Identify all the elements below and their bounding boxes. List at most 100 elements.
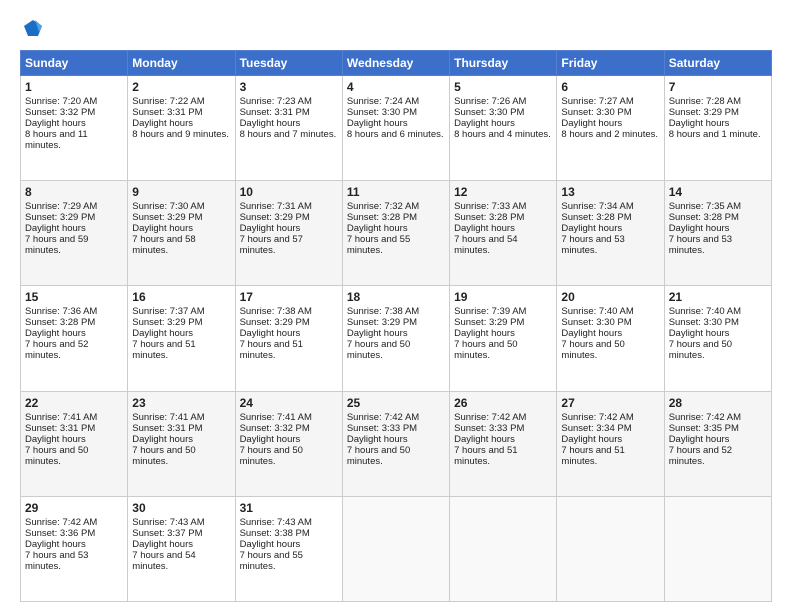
daylight-value: 7 hours and 50 minutes. (454, 339, 517, 361)
daylight-label: Daylight hours (561, 223, 622, 234)
week-row-2: 8Sunrise: 7:29 AMSunset: 3:29 PMDaylight… (21, 181, 772, 286)
sunset-label: Sunset: 3:28 PM (561, 212, 631, 223)
daylight-label: Daylight hours (561, 328, 622, 339)
table-row: 6Sunrise: 7:27 AMSunset: 3:30 PMDaylight… (557, 76, 664, 181)
sunset-label: Sunset: 3:29 PM (347, 317, 417, 328)
table-row: 10Sunrise: 7:31 AMSunset: 3:29 PMDayligh… (235, 181, 342, 286)
daylight-label: Daylight hours (454, 328, 515, 339)
daylight-label: Daylight hours (347, 328, 408, 339)
day-number: 15 (25, 290, 123, 304)
daylight-value: 8 hours and 7 minutes. (240, 129, 337, 140)
sunrise-label: Sunrise: 7:42 AM (454, 412, 526, 423)
day-number: 25 (347, 396, 445, 410)
sunrise-label: Sunrise: 7:40 AM (561, 306, 633, 317)
sunset-label: Sunset: 3:31 PM (132, 423, 202, 434)
table-row: 30Sunrise: 7:43 AMSunset: 3:37 PMDayligh… (128, 496, 235, 601)
sunrise-label: Sunrise: 7:24 AM (347, 96, 419, 107)
daylight-value: 7 hours and 52 minutes. (669, 445, 732, 467)
table-row (664, 496, 771, 601)
day-number: 26 (454, 396, 552, 410)
daylight-value: 7 hours and 50 minutes. (669, 339, 732, 361)
sunrise-label: Sunrise: 7:43 AM (132, 517, 204, 528)
day-number: 7 (669, 80, 767, 94)
daylight-label: Daylight hours (561, 434, 622, 445)
sunrise-label: Sunrise: 7:28 AM (669, 96, 741, 107)
week-row-4: 22Sunrise: 7:41 AMSunset: 3:31 PMDayligh… (21, 391, 772, 496)
daylight-value: 7 hours and 50 minutes. (240, 445, 303, 467)
daylight-label: Daylight hours (347, 223, 408, 234)
table-row: 14Sunrise: 7:35 AMSunset: 3:28 PMDayligh… (664, 181, 771, 286)
sunrise-label: Sunrise: 7:37 AM (132, 306, 204, 317)
day-number: 10 (240, 185, 338, 199)
daylight-value: 8 hours and 6 minutes. (347, 129, 444, 140)
daylight-value: 7 hours and 53 minutes. (25, 550, 88, 572)
sunrise-label: Sunrise: 7:43 AM (240, 517, 312, 528)
sunset-label: Sunset: 3:35 PM (669, 423, 739, 434)
sunrise-label: Sunrise: 7:30 AM (132, 201, 204, 212)
day-number: 1 (25, 80, 123, 94)
table-row: 28Sunrise: 7:42 AMSunset: 3:35 PMDayligh… (664, 391, 771, 496)
daylight-label: Daylight hours (240, 434, 301, 445)
daylight-value: 8 hours and 1 minute. (669, 129, 761, 140)
daylight-value: 7 hours and 57 minutes. (240, 234, 303, 256)
col-thursday: Thursday (450, 51, 557, 76)
day-number: 22 (25, 396, 123, 410)
calendar-page: Sunday Monday Tuesday Wednesday Thursday… (0, 0, 792, 612)
daylight-label: Daylight hours (25, 328, 86, 339)
table-row: 26Sunrise: 7:42 AMSunset: 3:33 PMDayligh… (450, 391, 557, 496)
col-wednesday: Wednesday (342, 51, 449, 76)
sunrise-label: Sunrise: 7:26 AM (454, 96, 526, 107)
col-tuesday: Tuesday (235, 51, 342, 76)
sunrise-label: Sunrise: 7:29 AM (25, 201, 97, 212)
daylight-label: Daylight hours (669, 328, 730, 339)
sunset-label: Sunset: 3:30 PM (561, 107, 631, 118)
sunset-label: Sunset: 3:32 PM (240, 423, 310, 434)
daylight-value: 8 hours and 11 minutes. (25, 129, 88, 151)
table-row: 8Sunrise: 7:29 AMSunset: 3:29 PMDaylight… (21, 181, 128, 286)
day-number: 20 (561, 290, 659, 304)
sunrise-label: Sunrise: 7:42 AM (669, 412, 741, 423)
sunrise-label: Sunrise: 7:42 AM (561, 412, 633, 423)
daylight-label: Daylight hours (240, 328, 301, 339)
day-number: 28 (669, 396, 767, 410)
sunrise-label: Sunrise: 7:31 AM (240, 201, 312, 212)
sunrise-label: Sunrise: 7:38 AM (240, 306, 312, 317)
day-number: 27 (561, 396, 659, 410)
day-number: 6 (561, 80, 659, 94)
table-row: 15Sunrise: 7:36 AMSunset: 3:28 PMDayligh… (21, 286, 128, 391)
table-row: 9Sunrise: 7:30 AMSunset: 3:29 PMDaylight… (128, 181, 235, 286)
daylight-label: Daylight hours (561, 118, 622, 129)
day-number: 12 (454, 185, 552, 199)
table-row: 23Sunrise: 7:41 AMSunset: 3:31 PMDayligh… (128, 391, 235, 496)
table-row: 5Sunrise: 7:26 AMSunset: 3:30 PMDaylight… (450, 76, 557, 181)
daylight-label: Daylight hours (132, 539, 193, 550)
sunset-label: Sunset: 3:28 PM (25, 317, 95, 328)
daylight-label: Daylight hours (669, 223, 730, 234)
daylight-value: 7 hours and 55 minutes. (347, 234, 410, 256)
col-saturday: Saturday (664, 51, 771, 76)
daylight-label: Daylight hours (669, 118, 730, 129)
daylight-value: 7 hours and 54 minutes. (132, 550, 195, 572)
sunrise-label: Sunrise: 7:41 AM (25, 412, 97, 423)
sunset-label: Sunset: 3:34 PM (561, 423, 631, 434)
daylight-label: Daylight hours (132, 223, 193, 234)
table-row: 7Sunrise: 7:28 AMSunset: 3:29 PMDaylight… (664, 76, 771, 181)
daylight-value: 7 hours and 55 minutes. (240, 550, 303, 572)
daylight-value: 8 hours and 4 minutes. (454, 129, 551, 140)
table-row: 12Sunrise: 7:33 AMSunset: 3:28 PMDayligh… (450, 181, 557, 286)
week-row-5: 29Sunrise: 7:42 AMSunset: 3:36 PMDayligh… (21, 496, 772, 601)
day-number: 18 (347, 290, 445, 304)
table-row: 27 Sunrise: 7:42 AMSunset: 3:34 PMDayligh… (557, 391, 664, 496)
day-number: 8 (25, 185, 123, 199)
daylight-value: 7 hours and 53 minutes. (669, 234, 732, 256)
sunset-label: Sunset: 3:33 PM (347, 423, 417, 434)
sunrise-label: Sunrise: 7:40 AM (669, 306, 741, 317)
daylight-label: Daylight hours (132, 434, 193, 445)
sunset-label: Sunset: 3:31 PM (240, 107, 310, 118)
daylight-value: 7 hours and 51 minutes. (132, 339, 195, 361)
sunset-label: Sunset: 3:31 PM (25, 423, 95, 434)
sunset-label: Sunset: 3:30 PM (454, 107, 524, 118)
sunrise-label: Sunrise: 7:20 AM (25, 96, 97, 107)
table-row: 13Sunrise: 7:34 AMSunset: 3:28 PMDayligh… (557, 181, 664, 286)
sunset-label: Sunset: 3:28 PM (669, 212, 739, 223)
